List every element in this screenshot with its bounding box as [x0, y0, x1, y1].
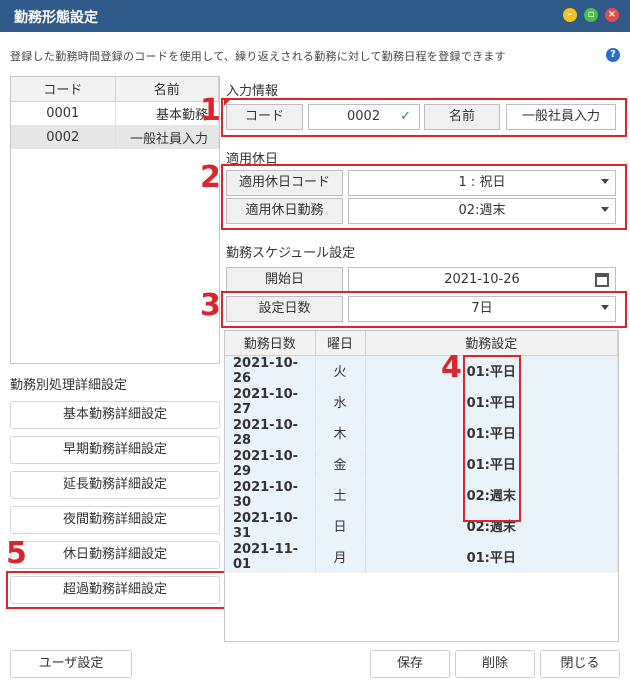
calendar-icon[interactable] [595, 273, 609, 287]
user-settings-button[interactable]: ユーザ設定 [10, 650, 132, 678]
row-date: 2021-10-26 [225, 355, 316, 387]
table-row[interactable]: 2021-10-31 日 02:週末 [225, 510, 618, 542]
start-date-value: 2021-10-26 [444, 272, 520, 287]
minimize-icon[interactable]: – [563, 8, 577, 22]
maximize-icon[interactable]: ▫ [584, 8, 598, 22]
start-date-label: 開始日 [226, 267, 343, 293]
table-row[interactable]: 2021-10-27 水 01:平日 [225, 386, 618, 418]
row-setting[interactable]: 01:平日 [365, 541, 618, 573]
detail-section-title: 勤務別処理詳細設定 [10, 378, 128, 393]
highlight-box-3 [221, 291, 627, 328]
table-row[interactable]: 2021-10-29 金 01:平日 [225, 448, 618, 480]
schedule-table: 勤務日数 曜日 勤務設定 2021-10-26 火 01:平日 2021-10-27… [224, 330, 619, 642]
row-date: 2021-10-27 [225, 386, 316, 418]
save-button[interactable]: 保存 [370, 650, 450, 678]
close-icon[interactable]: × [605, 8, 619, 22]
work-pattern-list: コード 名前 0001 基本勤務 0002 一般社員入力 [10, 76, 220, 364]
annotation-number-3: 3 [200, 288, 221, 323]
table-row[interactable]: 2021-10-28 木 01:平日 [225, 417, 618, 449]
list-item[interactable]: 0002 一般社員入力 [11, 125, 219, 149]
help-icon[interactable]: ? [606, 48, 620, 62]
list-item-code: 0001 [11, 101, 116, 125]
row-date: 2021-10-30 [225, 479, 316, 511]
list-item[interactable]: 0001 基本勤務 [11, 101, 219, 125]
close-button[interactable]: 閉じる [540, 650, 620, 678]
row-weekday: 水 [315, 386, 366, 418]
table-row[interactable]: 2021-10-30 土 02:週末 [225, 479, 618, 511]
required-marker-icon [224, 100, 230, 106]
row-setting-value: 01:平日 [466, 551, 516, 566]
table-row[interactable]: 2021-10-26 火 01:平日 [225, 355, 618, 387]
title-bar: 勤務形態設定 – ▫ × [0, 0, 630, 32]
row-weekday: 金 [315, 448, 366, 480]
column-header-weekday[interactable]: 曜日 [315, 331, 366, 356]
highlight-box-4 [463, 355, 521, 522]
input-info-title: 入力情報 [226, 84, 279, 99]
description-text: 登録した勤務時間登録のコードを使用して、繰り返えされる勤務に対して勤務日程を登録… [10, 50, 506, 63]
column-header-code[interactable]: コード [11, 77, 116, 102]
row-date: 2021-10-31 [225, 510, 316, 542]
night-work-detail-button[interactable]: 夜間勤務詳細設定 [10, 506, 220, 534]
column-header-setting[interactable]: 勤務設定 [365, 331, 618, 356]
start-date-field[interactable]: 2021-10-26 [348, 267, 616, 293]
holiday-work-detail-button[interactable]: 休日勤務詳細設定 [10, 541, 220, 569]
row-weekday: 火 [315, 355, 366, 387]
extended-work-detail-button[interactable]: 延長勤務詳細設定 [10, 471, 220, 499]
schedule-title: 勤務スケジュール設定 [226, 246, 356, 261]
row-weekday: 月 [315, 541, 366, 573]
annotation-number-2: 2 [200, 160, 221, 195]
row-weekday: 木 [315, 417, 366, 449]
annotation-number-4: 4 [441, 350, 462, 385]
list-item-code: 0002 [11, 125, 116, 149]
annotation-number-5: 5 [6, 536, 27, 571]
row-date: 2021-11-01 [225, 541, 316, 573]
row-date: 2021-10-29 [225, 448, 316, 480]
highlight-box-2 [221, 164, 627, 230]
window-title: 勤務形態設定 [14, 10, 98, 26]
highlight-box-1 [221, 98, 627, 137]
row-weekday: 土 [315, 479, 366, 511]
early-work-detail-button[interactable]: 早期勤務詳細設定 [10, 436, 220, 464]
highlight-box-5 [6, 571, 227, 609]
column-header-date[interactable]: 勤務日数 [225, 331, 316, 356]
row-weekday: 日 [315, 510, 366, 542]
table-row[interactable]: 2021-11-01 月 01:平日 [225, 541, 618, 573]
row-date: 2021-10-28 [225, 417, 316, 449]
row-setting-value: 02:週末 [466, 520, 516, 535]
delete-button[interactable]: 削除 [455, 650, 535, 678]
basic-work-detail-button[interactable]: 基本勤務詳細設定 [10, 401, 220, 429]
list-item-name: 一般社員入力 [115, 125, 219, 149]
annotation-number-1: 1 [200, 93, 221, 128]
